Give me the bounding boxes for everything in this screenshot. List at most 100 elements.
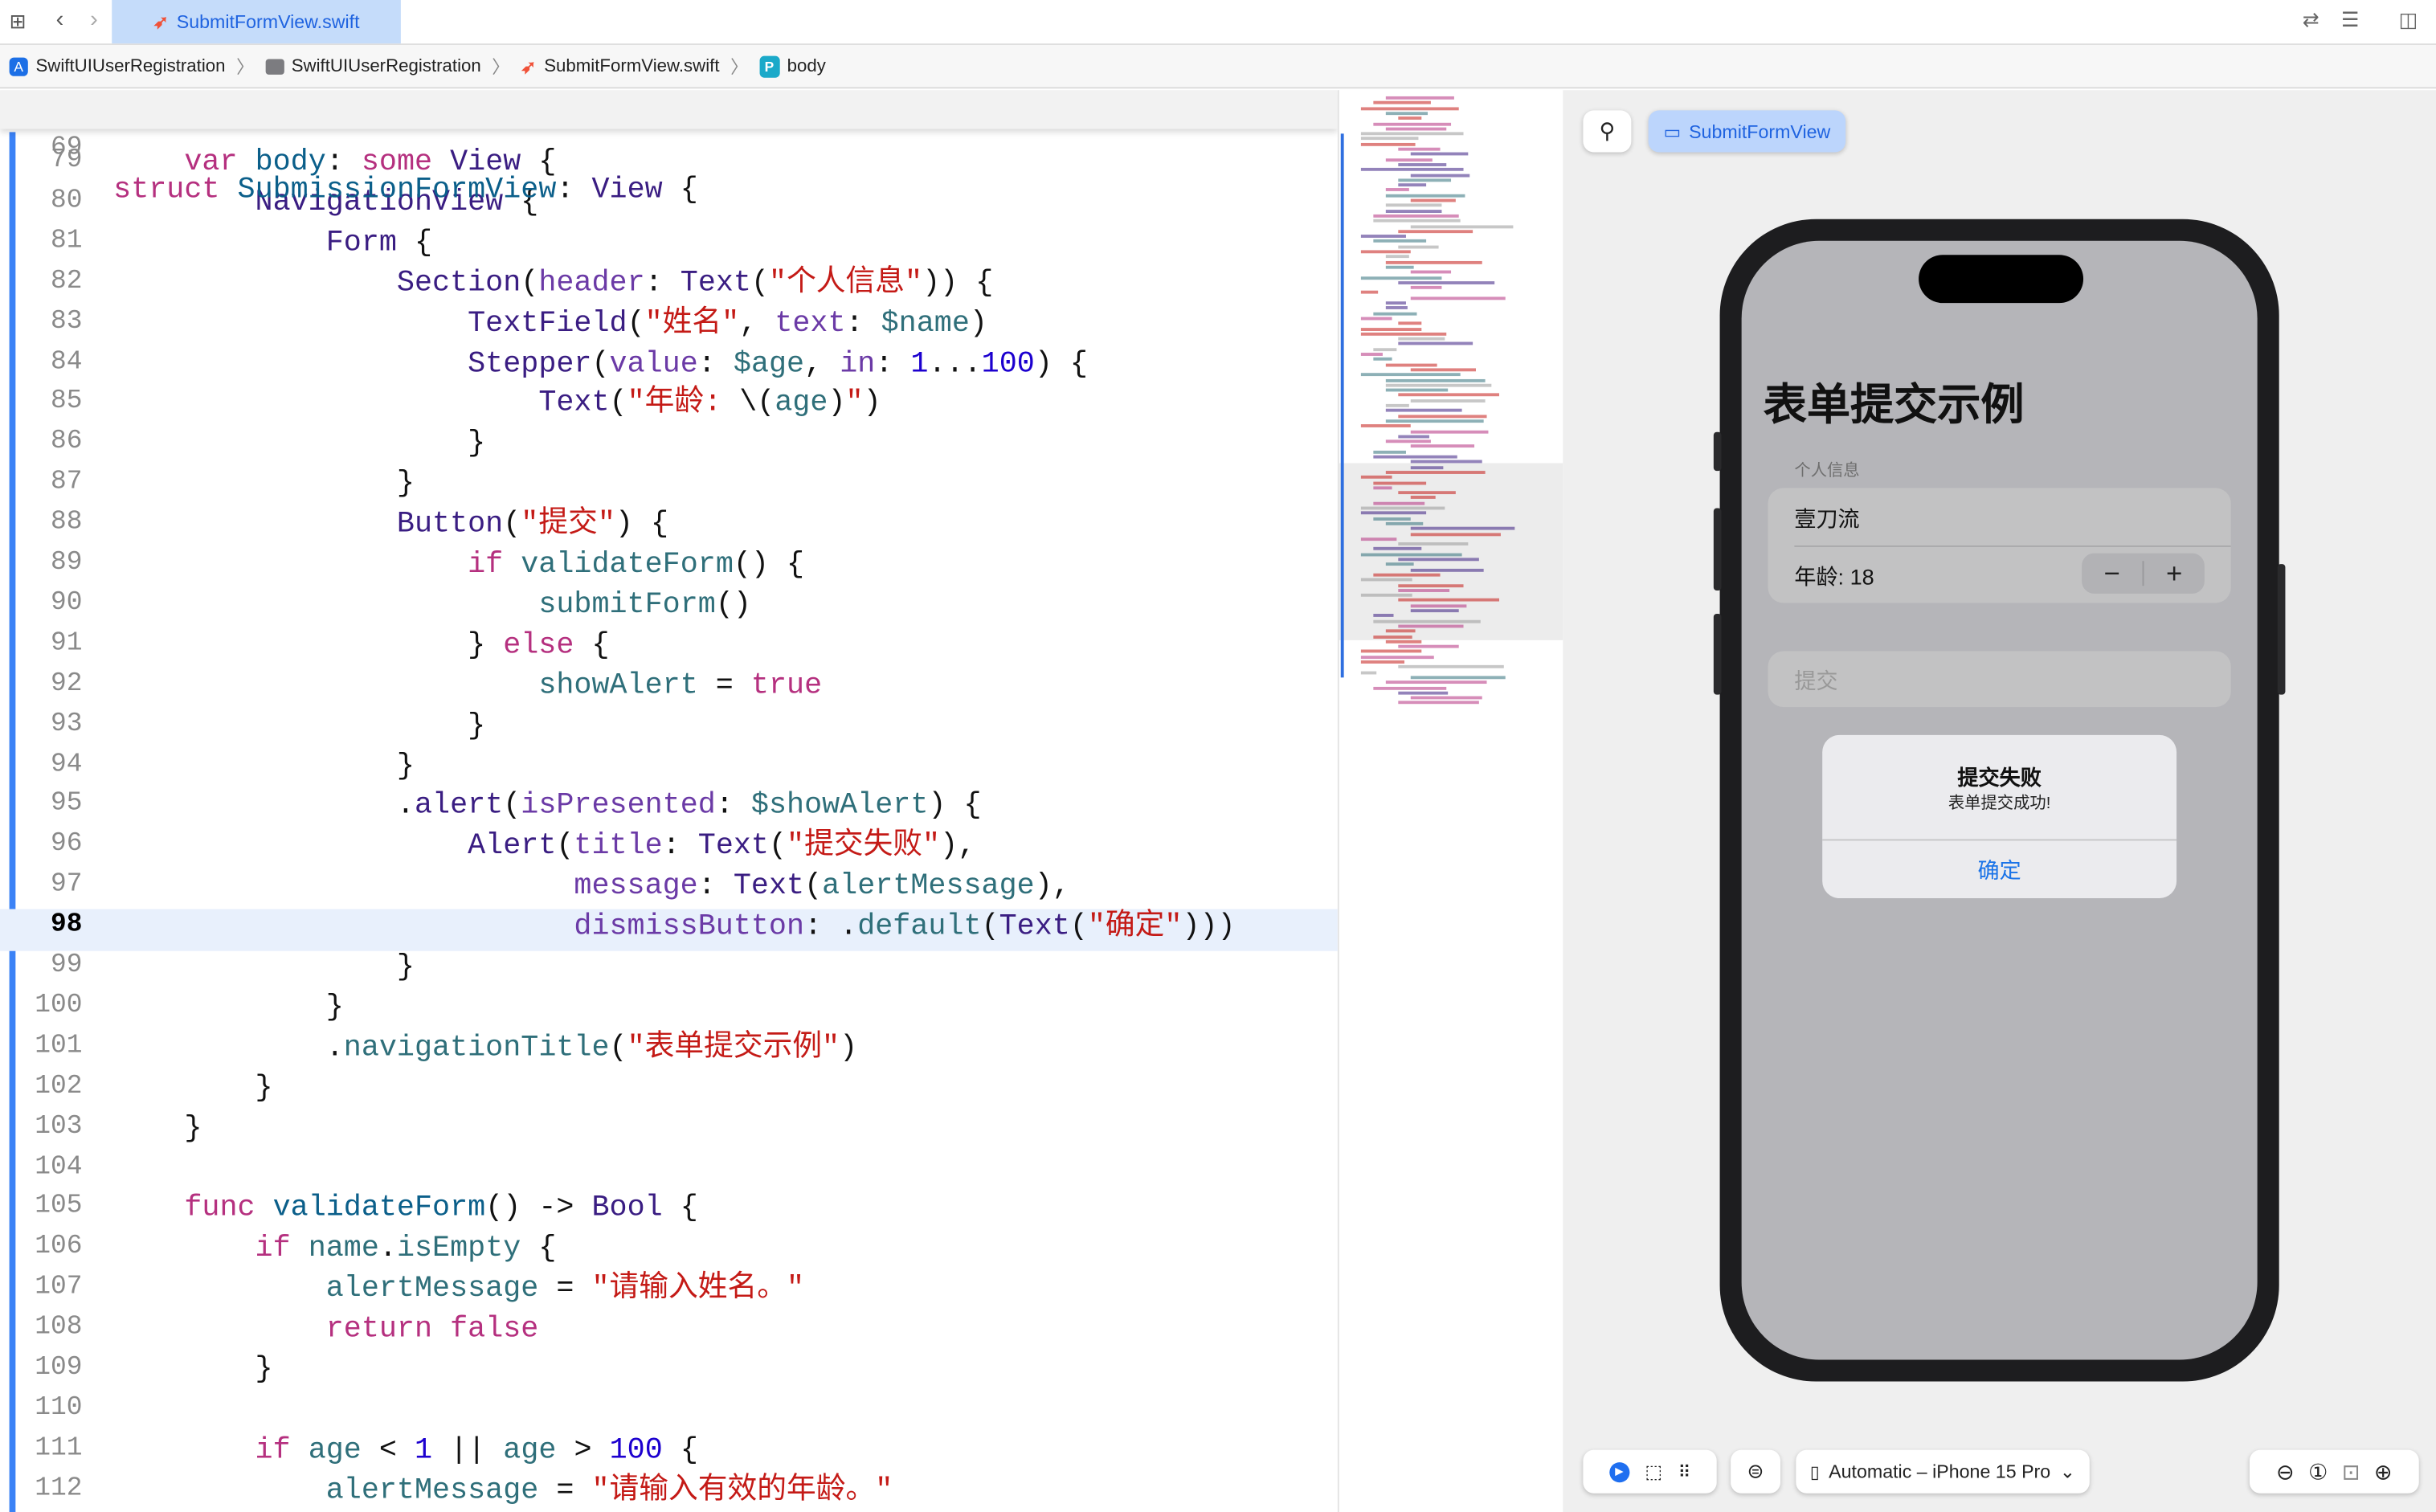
zoom-in-icon[interactable]: ⊕ [2374, 1458, 2393, 1485]
code-line[interactable]: 107 alertMessage = "请输入姓名。" [0, 1269, 1338, 1309]
live-preview-icon[interactable]: ▶ [1608, 1461, 1630, 1482]
code-line[interactable]: 106 if name.isEmpty { [0, 1228, 1338, 1269]
code-line[interactable]: 103 } [0, 1107, 1338, 1147]
minimap[interactable] [1339, 90, 1563, 1512]
code-text: dismissButton: .default(Text("确定"))) [113, 906, 1235, 946]
preview-tab-submitformview[interactable]: ▭ SubmitFormView [1648, 110, 1846, 153]
alert-ok-button[interactable]: 确定 [1822, 855, 2176, 886]
code-line[interactable]: 93 } [0, 705, 1338, 745]
minimap-line [1398, 624, 1465, 628]
variants-grid-icon[interactable]: ⠿ [1678, 1461, 1691, 1481]
device-settings-button[interactable]: ⊜ [1731, 1449, 1780, 1494]
selectable-icon[interactable]: ⬚ [1645, 1461, 1662, 1482]
code-line[interactable]: 85 Text("年龄: \(age)") [0, 383, 1338, 423]
code-line[interactable]: 101 .navigationTitle("表单提交示例") [0, 1027, 1338, 1067]
code-line[interactable]: 87 } [0, 464, 1338, 504]
submit-button[interactable]: 提交 [1768, 651, 2231, 708]
stepper-decrement[interactable]: − [2082, 557, 2142, 590]
breadcrumb-file[interactable]: SubmitFormView.swift [544, 57, 719, 76]
code-token: "表单提交示例" [627, 1030, 840, 1065]
line-number: 100 [35, 991, 83, 1021]
code-line[interactable]: 112 alertMessage = "请输入有效的年龄。" [0, 1469, 1338, 1510]
line-number: 89 [51, 548, 83, 578]
code-line[interactable]: 111 if age < 1 || age > 100 { [0, 1429, 1338, 1469]
code-text: .navigationTitle("表单提交示例") [113, 1027, 857, 1067]
code-token: struct [113, 172, 220, 207]
name-field[interactable]: 壹刀流 [1794, 504, 1859, 535]
code-line[interactable]: 104 [0, 1147, 1338, 1187]
age-stepper[interactable]: − + [2082, 553, 2205, 594]
breadcrumb-symbol[interactable]: body [787, 57, 826, 76]
code-line[interactable]: 92 showAlert = true [0, 664, 1338, 705]
code-line[interactable]: 90 submitForm() [0, 584, 1338, 624]
code-line[interactable]: 86 } [0, 423, 1338, 464]
code-line[interactable]: 105 func validateForm() -> Bool { [0, 1188, 1338, 1228]
chevron-left-icon[interactable]: ‹ [56, 6, 64, 33]
zoom-fit-icon[interactable]: ⊡ [2342, 1458, 2360, 1485]
code-text: TextField("姓名", text: $name) [113, 302, 987, 342]
minimap-line [1373, 101, 1431, 105]
line-number: 104 [35, 1152, 83, 1182]
stepper-increment[interactable]: + [2144, 557, 2204, 590]
zoom-100-icon[interactable]: ① [2308, 1458, 2328, 1485]
code-token: alertMessage [325, 1473, 539, 1507]
minimap-line [1398, 147, 1441, 151]
line-number: 90 [51, 588, 83, 619]
code-line[interactable]: 83 TextField("姓名", text: $name) [0, 302, 1338, 342]
code-text: func validateForm() -> Bool { [113, 1188, 698, 1228]
code-token: "提交" [521, 506, 615, 541]
code-line[interactable]: 95 .alert(isPresented: $showAlert) { [0, 786, 1338, 826]
code-line[interactable]: 89 if validateForm() { [0, 544, 1338, 584]
code-line[interactable]: 99 } [0, 946, 1338, 987]
code-token: "姓名" [644, 305, 740, 340]
pin-button[interactable]: ⚲ [1583, 110, 1632, 153]
code-line[interactable]: 108 return false [0, 1309, 1338, 1349]
minimap-line [1360, 353, 1384, 356]
minimap-line [1385, 188, 1410, 192]
minimap-line [1373, 450, 1407, 454]
swap-icon[interactable]: ⇄ [2303, 8, 2320, 33]
sticky-scope-header[interactable]: 69 struct SubmissionFormView: View { [0, 90, 1338, 206]
code-line[interactable]: 94 } [0, 745, 1338, 785]
preview-mode-group: ▶ ⬚ ⠿ [1583, 1449, 1717, 1494]
code-token: return [325, 1311, 433, 1346]
code-token: , [739, 305, 775, 340]
minimap-line [1385, 209, 1443, 213]
add-editor-icon[interactable]: ◫ [2399, 8, 2418, 33]
code-text: } else { [113, 624, 609, 664]
minimap-line [1398, 183, 1427, 187]
minimap-line [1360, 424, 1412, 428]
code-line[interactable]: 84 Stepper(value: $age, in: 1...100) { [0, 342, 1338, 382]
code-line[interactable]: 96 Alert(title: Text("提交失败"), [0, 826, 1338, 866]
code-line[interactable]: 97 message: Text(alertMessage), [0, 866, 1338, 906]
code-token: ( [591, 345, 610, 380]
breadcrumb-project[interactable]: SwiftUIUserRegistration [35, 57, 225, 76]
code-text: } [113, 1349, 273, 1389]
breadcrumb-group[interactable]: SwiftUIUserRegistration [292, 57, 481, 76]
tab-submitformview-swift[interactable]: ➶ SubmitFormView.swift [112, 0, 401, 44]
minimap-line [1398, 558, 1480, 562]
chevron-right-icon[interactable]: › [90, 6, 98, 33]
grid-icon[interactable]: ⊞ [10, 10, 27, 35]
code-line[interactable]: 102 } [0, 1067, 1338, 1107]
code-line[interactable]: 109 } [0, 1349, 1338, 1389]
code-line[interactable]: 88 Button("提交") { [0, 504, 1338, 544]
code-token: true [750, 668, 823, 702]
code-token: navigationTitle [343, 1030, 610, 1065]
code-line[interactable]: 82 Section(header: Text("个人信息")) { [0, 262, 1338, 302]
code-line[interactable]: 91 } else { [0, 624, 1338, 664]
code-line[interactable]: 110 [0, 1389, 1338, 1429]
code-line[interactable]: 98 dismissButton: .default(Text("确定"))) [0, 906, 1338, 946]
code-line[interactable]: 81 Form { [0, 222, 1338, 262]
code-token: alertMessage [822, 868, 1035, 904]
code-editor[interactable]: 69 struct SubmissionFormView: View { 79 … [0, 90, 1339, 1512]
device-selector[interactable]: ▯ Automatic – iPhone 15 Pro ⌄ [1796, 1449, 2090, 1494]
code-token: $showAlert [750, 788, 929, 823]
line-number: 97 [51, 870, 83, 901]
code-line[interactable]: 100 } [0, 987, 1338, 1027]
inspector-list-icon[interactable]: ☰ [2341, 8, 2360, 33]
code-token: text [775, 305, 846, 340]
zoom-out-icon[interactable]: ⊖ [2276, 1458, 2295, 1485]
